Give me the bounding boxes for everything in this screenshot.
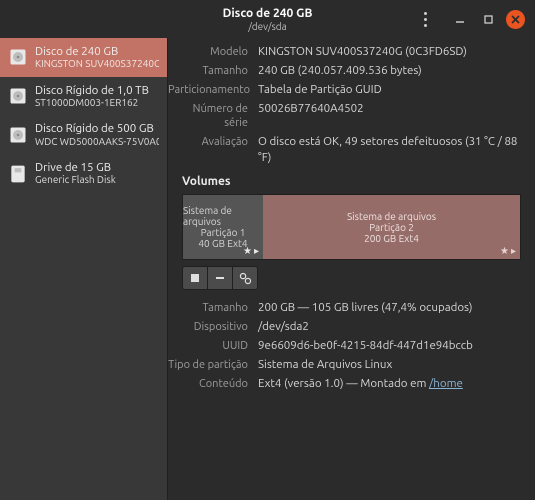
- star-icon: ★: [500, 245, 509, 257]
- gear-button[interactable]: [232, 266, 258, 290]
- disk-model: WDC WD5000AAKS-75V0A0: [35, 136, 159, 148]
- hdd-icon: [8, 86, 28, 106]
- disk-model: Generic Flash Disk: [35, 174, 116, 186]
- star-icon: ★: [243, 245, 252, 257]
- disk-model: KINGSTON SUV400S37240G: [35, 58, 159, 70]
- play-icon: ▸: [511, 245, 516, 257]
- label-serial: Número de série: [168, 102, 258, 132]
- hdd-icon: [8, 47, 28, 67]
- partition-2[interactable]: Sistema de arquivos Partição 2 200 GB Ex…: [263, 195, 520, 259]
- label-uuid: UUID: [168, 339, 258, 354]
- minimize-button[interactable]: [450, 9, 470, 29]
- value-vol-size: 200 GB — 105 GB livres (47,4% ocupados): [258, 300, 472, 316]
- value-partitioning: Tabela de Partição GUID: [258, 82, 382, 98]
- sidebar-item-disk-3[interactable]: Drive de 15 GB Generic Flash Disk: [0, 154, 167, 193]
- value-uuid: 9e6609d6-be0f-4215-84df-447d1e94bccb: [258, 338, 473, 354]
- value-model: KINGSTON SUV400S37240G (0C3FD6SD): [258, 44, 467, 60]
- device-sidebar: Disco de 240 GB KINGSTON SUV400S37240G D…: [0, 38, 168, 500]
- usb-drive-icon: [8, 164, 28, 184]
- disk-name: Disco Rígido de 1,0 TB: [35, 84, 149, 97]
- disk-model: ST1000DM003-1ER162: [35, 97, 149, 109]
- partition-map: Sistema de arquivos Partição 1 40 GB Ext…: [182, 194, 521, 260]
- disk-name: Disco de 240 GB: [35, 45, 159, 58]
- volumes-heading: Volumes: [182, 175, 521, 188]
- titlebar: Disco de 240 GB /dev/sda: [0, 0, 535, 38]
- label-content: Conteúdo: [168, 377, 258, 392]
- play-icon: ▸: [254, 245, 259, 257]
- volume-toolbar: [182, 266, 521, 290]
- disk-name: Disco Rígido de 500 GB: [35, 122, 159, 135]
- value-size: 240 GB (240.057.409.536 bytes): [258, 63, 422, 79]
- disk-name: Drive de 15 GB: [35, 161, 116, 174]
- main-panel: ModeloKINGSTON SUV400S37240G (0C3FD6SD) …: [168, 38, 535, 500]
- sidebar-item-disk-2[interactable]: Disco Rígido de 500 GB WDC WD5000AAKS-75…: [0, 115, 167, 154]
- value-content: Ext4 (versão 1.0) — Montado em /home: [258, 376, 463, 392]
- stop-button[interactable]: [182, 266, 208, 290]
- label-vol-size: Tamanho: [168, 301, 258, 316]
- label-size: Tamanho: [168, 64, 258, 79]
- sidebar-item-disk-1[interactable]: Disco Rígido de 1,0 TB ST1000DM003-1ER16…: [0, 77, 167, 116]
- label-device: Dispositivo: [168, 320, 258, 335]
- value-assessment: O disco está OK, 49 setores defeituosos …: [258, 134, 521, 165]
- label-assessment: Avaliação: [168, 135, 258, 150]
- remove-button[interactable]: [207, 266, 233, 290]
- label-partitioning: Particionamento: [168, 83, 258, 98]
- menu-button[interactable]: [416, 12, 434, 27]
- hdd-icon: [8, 125, 28, 145]
- mount-point-link[interactable]: /home: [429, 377, 463, 390]
- value-device: /dev/sda2: [258, 319, 309, 335]
- value-serial: 50026B77640A4502: [258, 101, 364, 117]
- sidebar-item-disk-0[interactable]: Disco de 240 GB KINGSTON SUV400S37240G: [0, 38, 167, 77]
- partition-1[interactable]: Sistema de arquivos Partição 1 40 GB Ext…: [183, 195, 263, 259]
- close-button[interactable]: [506, 10, 525, 29]
- value-partition-type: Sistema de Arquivos Linux: [258, 357, 392, 373]
- maximize-button[interactable]: [478, 9, 498, 29]
- label-model: Modelo: [168, 45, 258, 60]
- label-partition-type: Tipo de partição: [168, 358, 258, 373]
